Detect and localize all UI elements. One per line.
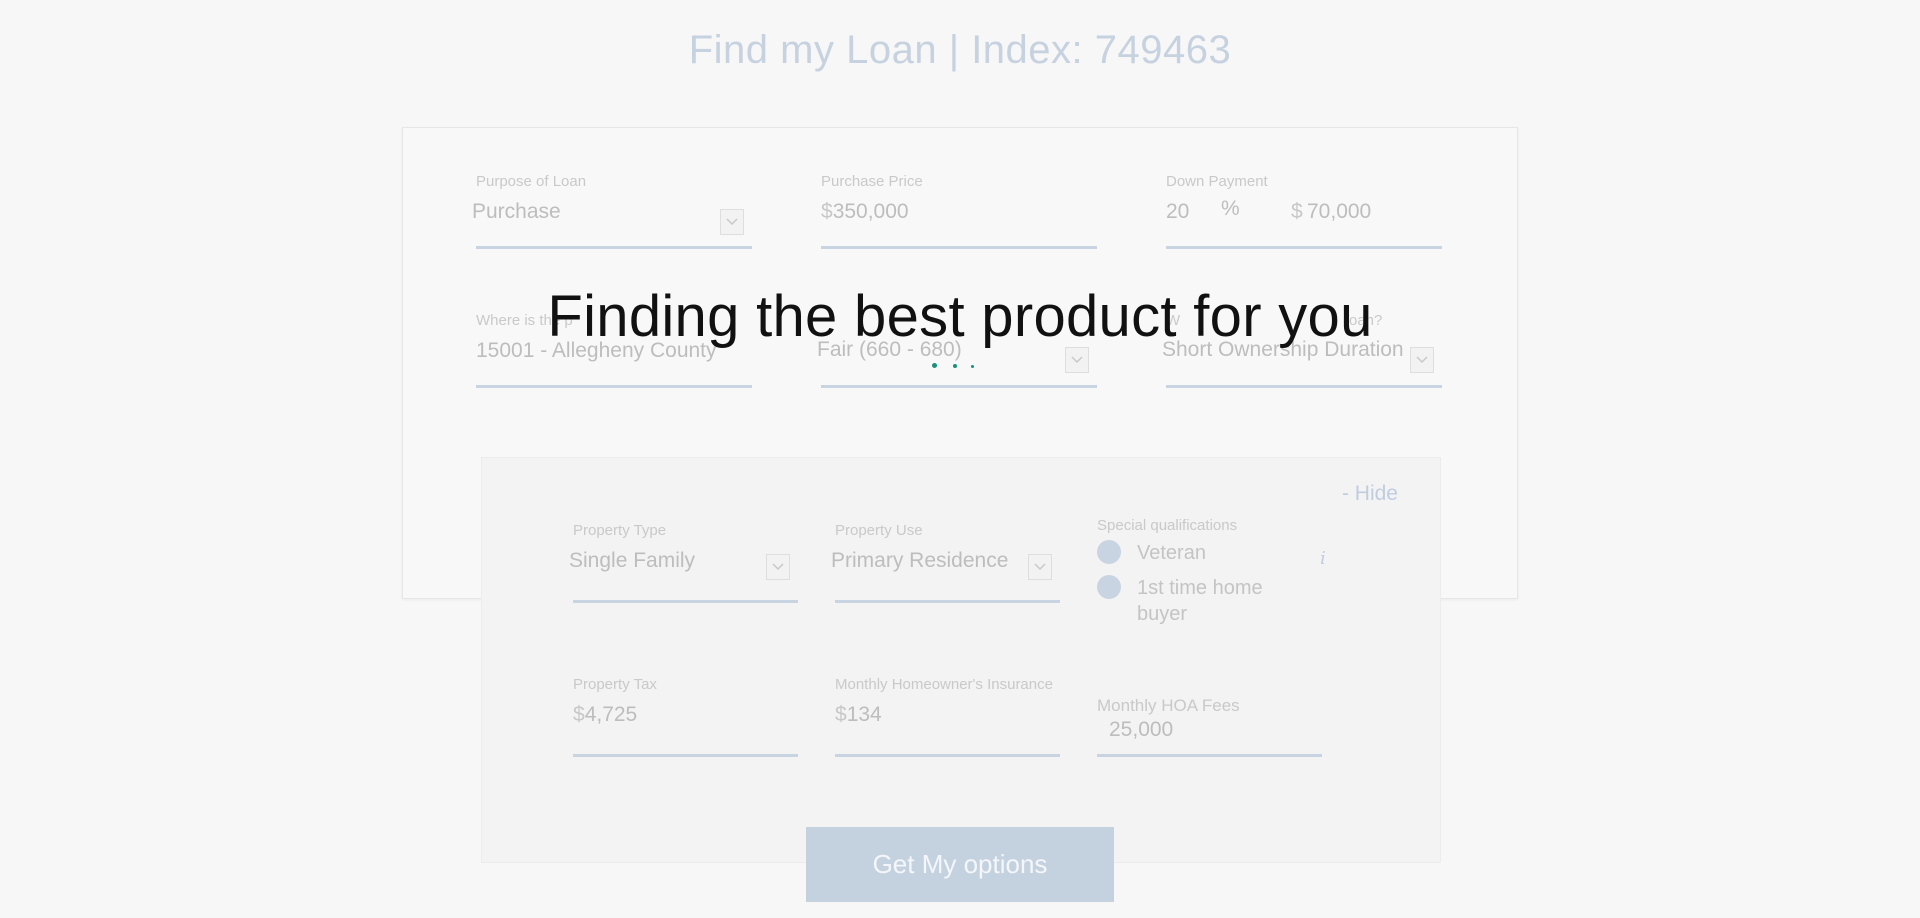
loading-spinner-dot bbox=[953, 364, 957, 368]
homeowners-insurance-value: 134 bbox=[846, 703, 882, 726]
field-underline bbox=[1097, 754, 1322, 757]
down-payment-percent-input[interactable]: 20 bbox=[1166, 200, 1189, 224]
chevron-down-icon[interactable] bbox=[720, 209, 744, 235]
purchase-price-label: Purchase Price bbox=[821, 173, 923, 190]
property-use-value: Primary Residence bbox=[831, 549, 1009, 572]
property-tax-input[interactable]: $4,725 bbox=[573, 703, 798, 727]
first-time-buyer-radio[interactable] bbox=[1097, 575, 1121, 599]
homeowners-insurance-field[interactable]: Monthly Homeowner's Insurance $134 bbox=[835, 676, 1060, 757]
hide-details-link[interactable]: - Hide bbox=[1342, 482, 1398, 506]
hoa-fees-field[interactable]: Monthly HOA Fees 25,000 bbox=[1097, 696, 1322, 757]
veteran-radio[interactable] bbox=[1097, 540, 1121, 564]
veteran-label: Veteran bbox=[1137, 542, 1206, 564]
loading-spinner-dot bbox=[932, 363, 937, 368]
info-icon[interactable]: i bbox=[1320, 548, 1326, 569]
veteran-option[interactable]: Veteran bbox=[1097, 540, 1327, 566]
loading-spinner-dot bbox=[971, 365, 974, 368]
chevron-down-icon[interactable] bbox=[766, 554, 790, 580]
property-tax-value: 4,725 bbox=[584, 703, 638, 726]
purpose-of-loan-select[interactable]: Purpose of Loan Purchase bbox=[472, 173, 752, 249]
page-title: Find my Loan | Index: 749463 bbox=[688, 28, 1232, 72]
first-time-buyer-label: 1st time home buyer bbox=[1137, 577, 1263, 625]
currency-symbol: $ bbox=[821, 200, 833, 223]
chevron-down-icon[interactable] bbox=[1028, 554, 1052, 580]
down-payment-field[interactable]: Down Payment 20 % $ 70,000 bbox=[1166, 173, 1442, 249]
field-underline bbox=[835, 600, 1060, 603]
currency-symbol: $ bbox=[835, 703, 847, 726]
property-details-panel: - Hide Property Type Single Family Prope… bbox=[481, 457, 1441, 863]
down-payment-amount-input[interactable]: 70,000 bbox=[1307, 200, 1371, 224]
property-use-select[interactable]: Property Use Primary Residence bbox=[831, 522, 1060, 603]
property-tax-field[interactable]: Property Tax $4,725 bbox=[573, 676, 798, 757]
property-tax-label: Property Tax bbox=[573, 676, 657, 693]
purchase-price-value: 350,000 bbox=[832, 200, 909, 223]
page: Find my Loan | Index: 749463 Purpose of … bbox=[0, 0, 1920, 918]
field-underline bbox=[835, 754, 1060, 757]
purchase-price-input[interactable]: $350,000 bbox=[821, 200, 1097, 224]
field-underline bbox=[1166, 246, 1442, 249]
purpose-of-loan-label: Purpose of Loan bbox=[476, 173, 587, 190]
currency-symbol: $ bbox=[1291, 200, 1303, 223]
hoa-fees-input[interactable]: 25,000 bbox=[1109, 718, 1322, 742]
get-my-options-button[interactable]: Get My options bbox=[806, 827, 1114, 902]
field-underline bbox=[573, 754, 798, 757]
percent-symbol: % bbox=[1221, 197, 1240, 220]
purpose-of-loan-value: Purchase bbox=[472, 200, 561, 223]
field-underline bbox=[573, 600, 798, 603]
property-type-value: Single Family bbox=[569, 549, 696, 572]
field-underline bbox=[476, 246, 752, 249]
property-type-select[interactable]: Property Type Single Family bbox=[569, 522, 798, 603]
field-underline bbox=[476, 385, 752, 388]
first-time-buyer-option[interactable]: 1st time home buyer bbox=[1097, 575, 1327, 627]
field-underline bbox=[821, 246, 1097, 249]
currency-symbol: $ bbox=[573, 703, 585, 726]
field-underline bbox=[1166, 385, 1442, 388]
special-qualifications-label: Special qualifications bbox=[1097, 517, 1238, 534]
field-underline bbox=[821, 385, 1097, 388]
homeowners-insurance-input[interactable]: $134 bbox=[835, 703, 1060, 727]
property-type-label: Property Type bbox=[573, 522, 667, 539]
loading-message: Finding the best product for you bbox=[547, 284, 1373, 349]
hoa-fees-label: Monthly HOA Fees bbox=[1097, 696, 1240, 715]
homeowners-insurance-label: Monthly Homeowner's Insurance bbox=[835, 676, 1053, 693]
property-use-label: Property Use bbox=[835, 522, 923, 539]
chevron-down-icon[interactable] bbox=[1410, 347, 1434, 373]
special-qualifications-group: Special qualifications Veteran 1st time … bbox=[1097, 517, 1327, 627]
down-payment-label: Down Payment bbox=[1166, 173, 1268, 190]
chevron-down-icon[interactable] bbox=[1065, 347, 1089, 373]
purchase-price-field[interactable]: Purchase Price $350,000 bbox=[821, 173, 1097, 249]
